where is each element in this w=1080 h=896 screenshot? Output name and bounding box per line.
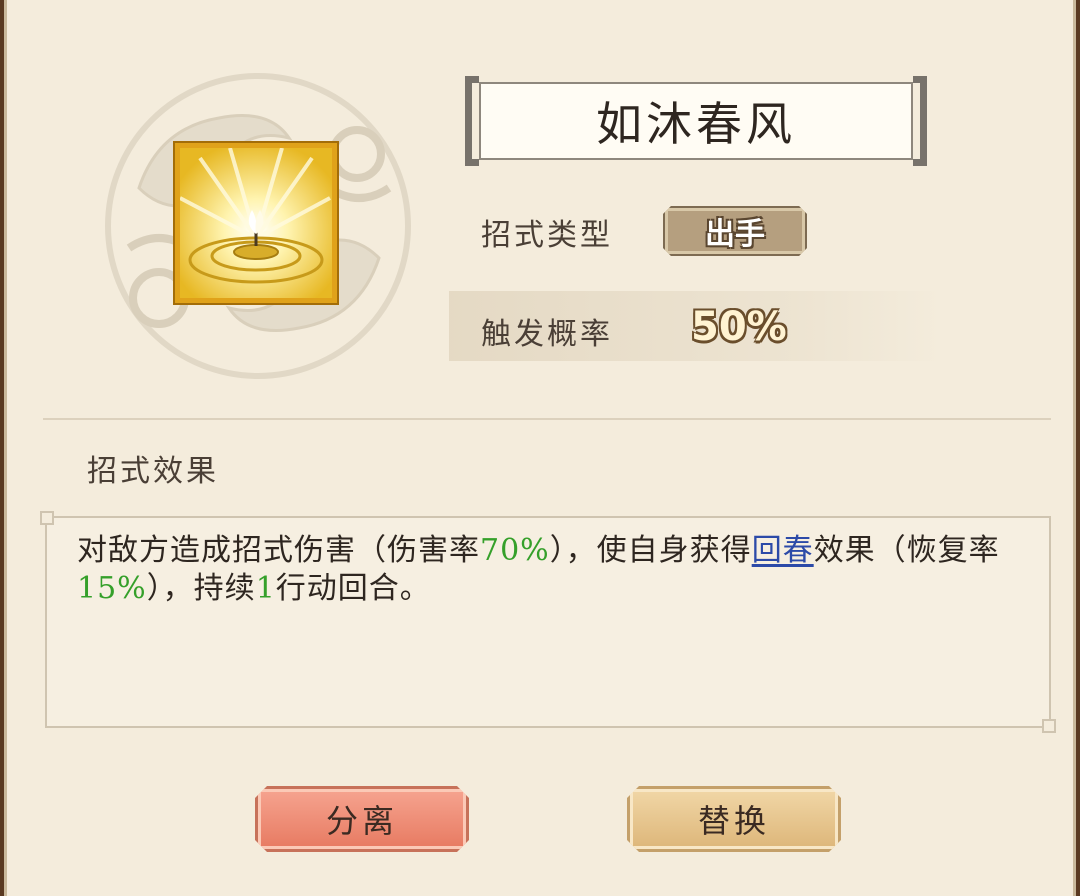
trigger-rate-value: 50% bbox=[691, 304, 787, 350]
skill-name: 如沐春风 bbox=[596, 97, 796, 151]
separate-button-label: 分离 bbox=[325, 802, 398, 840]
skill-detail-panel: 如沐春风 招式类型 出手 触发概率 50% 招式效果 对敌方造成招式伤害（伤害率… bbox=[4, 0, 1076, 896]
skill-type-value: 出手 bbox=[705, 217, 765, 252]
skill-type-label: 招式类型 bbox=[481, 218, 613, 253]
skill-type-badge: 出手 bbox=[663, 206, 807, 256]
frame-bracket-left bbox=[465, 76, 479, 166]
recovery-rate-value: 15% bbox=[77, 571, 147, 606]
section-divider bbox=[43, 418, 1051, 420]
glowing-candle-lotus-icon bbox=[180, 148, 332, 298]
effect-description: 对敌方造成招式伤害（伤害率70%），使自身获得回春效果（恢复率 15%），持续1行… bbox=[77, 532, 1019, 608]
skill-name-box: 如沐春风 bbox=[479, 82, 913, 160]
frame-bracket-right bbox=[913, 76, 927, 166]
skill-icon bbox=[175, 143, 337, 303]
effect-section-title: 招式效果 bbox=[87, 454, 219, 489]
desc-text-3: 效果（恢复率 bbox=[813, 533, 1000, 568]
desc-text-4: ），持续 bbox=[146, 571, 256, 606]
skill-name-frame: 如沐春风 bbox=[465, 76, 927, 166]
replace-button-label: 替换 bbox=[697, 802, 770, 840]
desc-text-2: ），使自身获得 bbox=[549, 533, 752, 568]
replace-button[interactable]: 替换 bbox=[627, 786, 841, 852]
damage-rate-value: 70% bbox=[480, 533, 550, 568]
huichun-effect-link[interactable]: 回春 bbox=[752, 533, 814, 568]
desc-text-5: 行动回合。 bbox=[275, 571, 431, 606]
effect-description-box: 对敌方造成招式伤害（伤害率70%），使自身获得回春效果（恢复率 15%），持续1行… bbox=[40, 511, 1056, 733]
separate-button[interactable]: 分离 bbox=[255, 786, 469, 852]
desc-text-1: 对敌方造成招式伤害（伤害率 bbox=[77, 533, 480, 568]
trigger-rate-label: 触发概率 bbox=[481, 317, 613, 352]
duration-value: 1 bbox=[255, 571, 276, 606]
